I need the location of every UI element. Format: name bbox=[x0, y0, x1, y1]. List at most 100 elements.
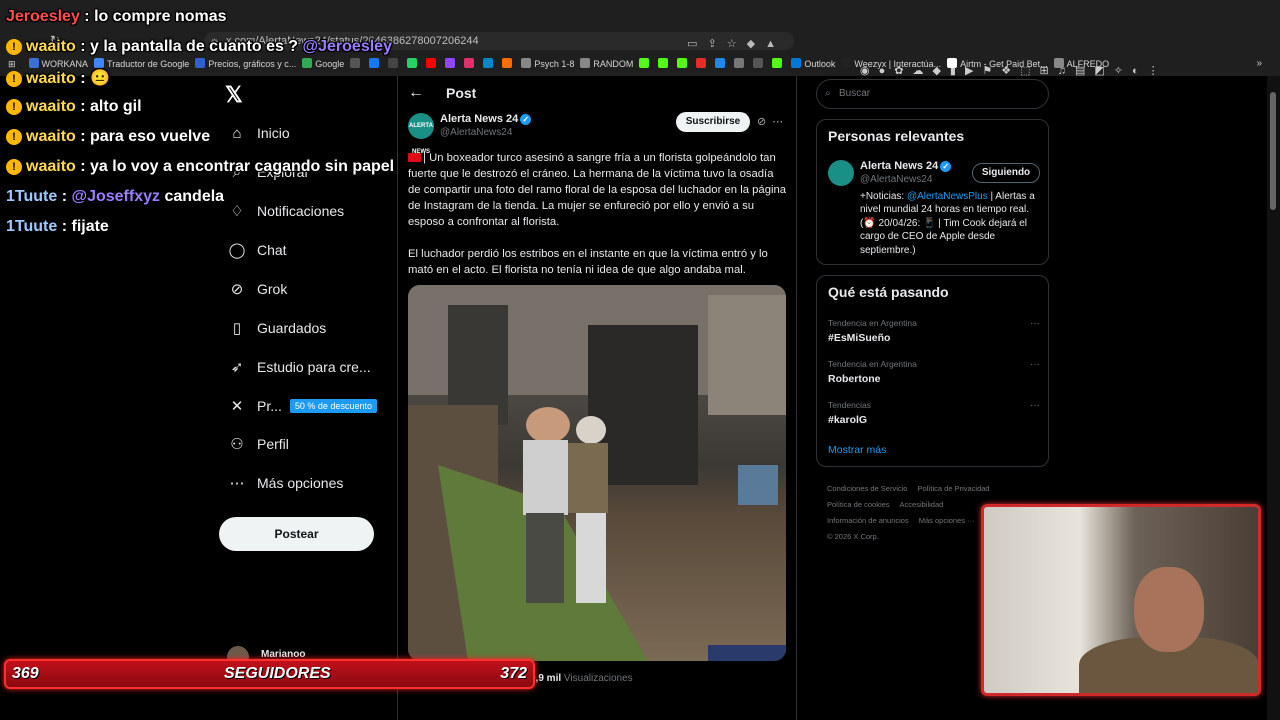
bookmark-favicon-icon bbox=[696, 58, 707, 68]
bookmark-favicon-icon bbox=[753, 58, 764, 68]
footer-link[interactable]: © 2026 X Corp. bbox=[827, 532, 879, 541]
bookmark-item[interactable] bbox=[464, 54, 477, 74]
nav-item-label: Más opciones bbox=[257, 475, 344, 491]
following-button[interactable]: Siguiendo bbox=[972, 163, 1040, 183]
verified-badge-icon: ✓ bbox=[520, 114, 532, 125]
more-icon[interactable]: ··· bbox=[1030, 400, 1040, 411]
trend-item[interactable]: Tendencia en Argentina #EsMiSueño ··· bbox=[828, 318, 1040, 344]
bio-link[interactable]: @AlertaNewsPlus bbox=[907, 191, 988, 202]
footer-link[interactable]: Condiciones de Servicio bbox=[827, 484, 907, 493]
bookmark-item[interactable] bbox=[483, 54, 496, 74]
bookmark-item[interactable]: Psych 1-8 bbox=[521, 54, 574, 74]
chat-username: waaito bbox=[26, 38, 76, 55]
bookmark-item[interactable] bbox=[445, 54, 458, 74]
footer-link[interactable]: Más opciones ··· bbox=[919, 516, 975, 525]
author-handle[interactable]: @AlertaNews24 bbox=[440, 127, 512, 138]
author-name[interactable]: Alerta News 24 ✓ bbox=[440, 113, 532, 125]
nav-item-x-premium[interactable]: ✕ Pr... 50 % de descuento bbox=[227, 393, 377, 419]
rocket-icon: ➶ bbox=[230, 359, 244, 376]
nav-item-label: Perfil bbox=[257, 436, 289, 452]
more-icon[interactable]: ··· bbox=[1030, 359, 1040, 370]
relevant-avatar[interactable] bbox=[828, 160, 854, 186]
bookmark-item[interactable] bbox=[772, 54, 785, 74]
bookmark-label: Psych 1-8 bbox=[534, 59, 575, 69]
premium-discount-badge[interactable]: 50 % de descuento bbox=[289, 399, 377, 413]
scrollbar-thumb[interactable] bbox=[1270, 92, 1276, 210]
nav-item-more[interactable]: ⋯ Más opciones bbox=[227, 470, 344, 496]
bookmark-item[interactable] bbox=[677, 54, 690, 74]
profile-icon: ⚇ bbox=[230, 436, 244, 453]
post-button[interactable]: Postear bbox=[219, 517, 374, 551]
bookmark-favicon-icon bbox=[772, 58, 783, 68]
page-title: Post bbox=[446, 85, 477, 101]
chat-username: waaito bbox=[26, 158, 76, 175]
chat-message: ! waaito : para eso vuelve bbox=[6, 128, 210, 146]
follower-goal-bar: 369 SEGUIDORES 372 bbox=[4, 659, 535, 689]
search-input[interactable]: ⌕ Buscar bbox=[816, 79, 1049, 109]
bookmark-item[interactable] bbox=[696, 54, 709, 74]
follower-current: 369 bbox=[12, 665, 39, 682]
chat-text: candela bbox=[164, 188, 225, 205]
bookmark-favicon-icon bbox=[502, 58, 513, 68]
trend-name: #EsMiSueño bbox=[828, 332, 891, 344]
bookmark-item[interactable]: Airtm - Get Paid Bet... bbox=[947, 54, 1048, 74]
relevant-name[interactable]: Alerta News 24 ✓ bbox=[860, 160, 952, 172]
subscribe-button[interactable]: Suscribirse bbox=[676, 112, 750, 132]
stream-chat-overlay: Jeroesley : lo compre nomas ! waaito : y l… bbox=[0, 0, 420, 250]
relevant-handle[interactable]: @AlertaNews24 bbox=[860, 174, 932, 185]
bookmark-item[interactable]: ALFREDO bbox=[1053, 54, 1109, 74]
trend-context: Tendencia en Argentina bbox=[828, 318, 917, 328]
trend-context: Tendencias bbox=[828, 400, 872, 410]
more-icon[interactable]: ··· bbox=[1030, 318, 1040, 329]
post-video[interactable] bbox=[408, 285, 786, 661]
nav-item-grok[interactable]: ⊘ Grok bbox=[227, 276, 288, 302]
chat-text: ya lo voy a encontrar cagando sin papel bbox=[90, 158, 395, 175]
footer-link[interactable]: Política de cookies bbox=[827, 500, 890, 509]
follower-goal: 372 bbox=[500, 665, 527, 682]
nav-item-bookmark[interactable]: ▯ Guardados bbox=[227, 315, 326, 341]
search-icon: ⌕ bbox=[825, 88, 831, 99]
show-more-link[interactable]: Mostrar más bbox=[828, 444, 886, 456]
footer-link[interactable]: Información de anuncios bbox=[827, 516, 909, 525]
bookmark-label: Outlook bbox=[804, 59, 836, 69]
bookmark-item[interactable] bbox=[734, 54, 747, 74]
chat-text: y la pantalla de cuanto es ? bbox=[90, 38, 299, 55]
bookmark-label: Airtm - Get Paid Bet... bbox=[960, 59, 1048, 69]
trend-name: #karolG bbox=[828, 414, 868, 426]
bookmark-item[interactable] bbox=[426, 54, 439, 74]
chat-text: alto gil bbox=[90, 98, 142, 115]
bookmark-favicon-icon bbox=[677, 58, 688, 68]
trend-item[interactable]: Tendencia en Argentina Robertone ··· bbox=[828, 359, 1040, 385]
trend-name: Robertone bbox=[828, 373, 881, 385]
chat-message: 1Tuute : @Joseffxyz candela bbox=[6, 188, 225, 205]
chat-username: Jeroesley bbox=[6, 8, 80, 25]
chat-text: para eso vuelve bbox=[90, 128, 211, 145]
bookmark-item[interactable] bbox=[658, 54, 671, 74]
relevant-people-card: Personas relevantes Alerta News 24 ✓ @Ale… bbox=[816, 119, 1049, 265]
trend-item[interactable]: Tendencias #karolG ··· bbox=[828, 400, 1040, 426]
footer-link[interactable]: Accesibilidad bbox=[900, 500, 944, 509]
post-paragraph-1: | Un boxeador turco asesinó a sangre frí… bbox=[408, 152, 787, 228]
grok-explain-icon[interactable]: ⊘⋯ bbox=[757, 115, 789, 128]
chat-text: fijate bbox=[71, 218, 109, 235]
bookmark-item[interactable]: Weezyx | Interactúa... bbox=[841, 54, 941, 74]
bookmark-item[interactable] bbox=[639, 54, 652, 74]
footer-link[interactable]: Política de Privacidad bbox=[917, 484, 989, 493]
subscriber-badge-icon: ! bbox=[6, 39, 22, 55]
address-actions[interactable]: ▭⇪☆◆▲ bbox=[687, 35, 786, 53]
bookmark-item[interactable] bbox=[753, 54, 766, 74]
nav-item-rocket[interactable]: ➶ Estudio para cre... bbox=[227, 354, 371, 380]
bookmark-item[interactable]: RANDOM bbox=[580, 54, 633, 74]
chat-text: 😐 bbox=[90, 70, 110, 87]
bookmarks-overflow-icon[interactable]: » bbox=[1256, 54, 1262, 74]
chat-username: waaito bbox=[26, 98, 76, 115]
nav-item-profile[interactable]: ⚇ Perfil bbox=[227, 431, 289, 457]
bookmark-item[interactable] bbox=[502, 54, 515, 74]
bookmark-item[interactable] bbox=[715, 54, 728, 74]
bookmark-favicon-icon bbox=[464, 58, 475, 68]
scrollbar[interactable] bbox=[1267, 76, 1280, 720]
bookmark-favicon-icon bbox=[791, 58, 802, 68]
streamer-face bbox=[1134, 567, 1204, 652]
bookmark-favicon-icon bbox=[658, 58, 669, 68]
bookmark-item[interactable]: Outlook bbox=[791, 54, 835, 74]
